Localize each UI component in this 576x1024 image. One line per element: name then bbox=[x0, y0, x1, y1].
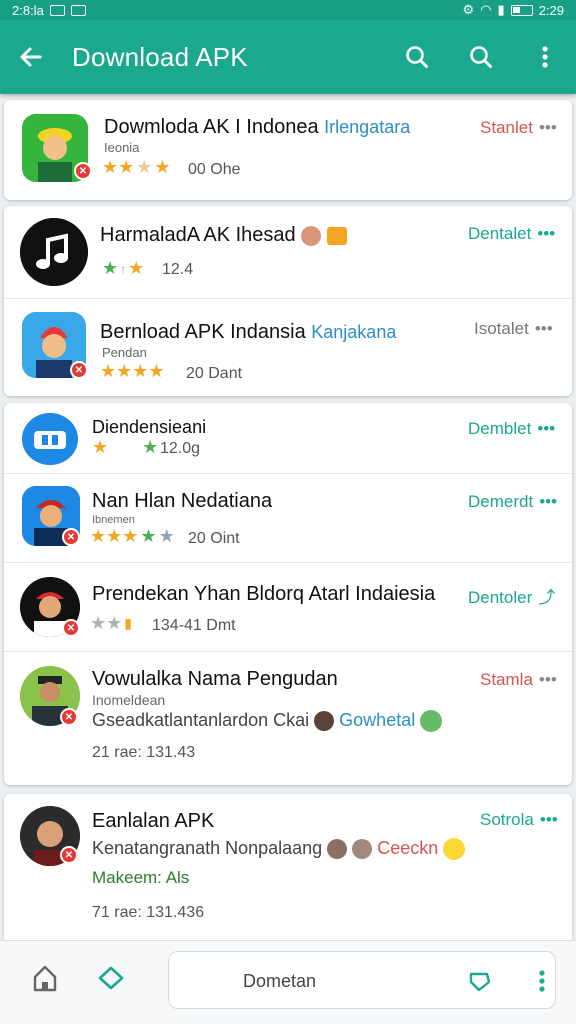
avatar-icon bbox=[352, 839, 373, 860]
emoji-icon bbox=[443, 838, 466, 861]
page-title: Download APK bbox=[72, 41, 248, 72]
list-item[interactable]: ✕ Dowmloda AK I Indonea Irlengatara Ieon… bbox=[4, 100, 572, 200]
more-icon: ••• bbox=[537, 419, 556, 438]
search-icon[interactable] bbox=[466, 42, 496, 72]
install-button[interactable]: Demblet ••• bbox=[468, 419, 555, 439]
app-subtitle: Makeem: Als bbox=[92, 868, 190, 887]
app-size: 134-41 Dmt bbox=[152, 617, 236, 634]
list-item[interactable]: ✕ Eanlalan APK Kenatangranath Nonpalaang… bbox=[4, 794, 572, 954]
app-subtitle: Pendan bbox=[102, 345, 147, 360]
badge-icon: ✕ bbox=[62, 619, 80, 637]
share-icon: ⤴ bbox=[538, 588, 556, 607]
tag-icon[interactable] bbox=[465, 966, 495, 996]
folder-icon bbox=[326, 226, 347, 245]
list-item[interactable]: ✕ Bernload APK Indansia Kanjakana Pendan… bbox=[4, 299, 572, 396]
status-time-left: 2:8:la bbox=[12, 2, 44, 18]
bottom-navigation: Dometan bbox=[0, 940, 576, 1024]
avatar-icon bbox=[327, 839, 348, 860]
rating-stars: ★ ★ bbox=[92, 437, 159, 457]
more-icon: ••• bbox=[539, 810, 558, 829]
app-name: Nan Hlan Nedatiana bbox=[92, 490, 273, 512]
emoji-icon bbox=[420, 710, 443, 733]
install-button[interactable]: Dentoler ⤴ bbox=[468, 583, 555, 608]
app-subtitle: Ieonia bbox=[104, 140, 140, 155]
app-size: 12.4 bbox=[162, 261, 194, 278]
more-vert-icon[interactable] bbox=[527, 966, 557, 996]
search-input-text: Dometan bbox=[243, 971, 317, 991]
more-icon: ••• bbox=[538, 670, 557, 689]
app-bar: Download APK bbox=[0, 20, 576, 94]
notification-icon bbox=[70, 4, 86, 16]
more-icon: ••• bbox=[537, 224, 556, 243]
mail-icon bbox=[49, 4, 65, 16]
signal-icon: ▮ bbox=[497, 2, 505, 17]
list-item[interactable]: ✕ Nan Hlan Nedatiana Ibnemen ★★★ ★ ★ 20 Oi… bbox=[4, 474, 572, 562]
search-input[interactable]: Dometan bbox=[168, 951, 556, 1009]
app-size: 71 rae: 131.436 bbox=[92, 904, 205, 921]
app-name: Prendekan Yhan Bldorq Atarl Indaiesia bbox=[92, 583, 436, 605]
install-button[interactable]: Isotalet ••• bbox=[474, 319, 553, 339]
app-card: ✕ Dowmloda AK I Indonea Irlengatara Ieon… bbox=[4, 100, 572, 200]
app-card: HarmaladA AK Ihesad ★ ↑ ★ 12.4 Dentalet ••… bbox=[4, 206, 572, 396]
install-button[interactable]: Stanlet ••• bbox=[480, 118, 557, 138]
status-time-right: 2:29 bbox=[538, 2, 564, 18]
app-card: Diendensieani ★ ★ 12.0g Demblet ••• ✕ Nan… bbox=[4, 403, 572, 785]
install-button[interactable]: Stamla ••• bbox=[480, 670, 557, 690]
home-icon[interactable] bbox=[30, 963, 60, 993]
app-subtitle: Ibnemen bbox=[92, 514, 135, 526]
more-icon: ••• bbox=[534, 319, 553, 338]
badge-icon: ✕ bbox=[60, 708, 78, 726]
app-size: 20 Oint bbox=[188, 530, 240, 547]
install-button[interactable]: Demerdt ••• bbox=[468, 492, 557, 512]
app-size: 00 Ohe bbox=[188, 161, 241, 178]
avatar-icon bbox=[314, 711, 335, 732]
badge-icon: ✕ bbox=[74, 162, 92, 180]
app-size: 21 rae: 131.43 bbox=[92, 744, 196, 761]
list-item[interactable]: Diendensieani ★ ★ 12.0g Demblet ••• bbox=[4, 403, 572, 473]
app-name: Dowmloda AK I Indonea Irlengatara bbox=[104, 116, 411, 138]
app-size: 12.0g bbox=[160, 440, 201, 457]
back-arrow-icon[interactable] bbox=[16, 42, 46, 72]
app-description: Gseadkatlantanlardon Ckai Gowhetal bbox=[92, 710, 443, 733]
list-item[interactable]: ✕ Prendekan Yhan Bldorq Atarl Indaiesia … bbox=[4, 563, 572, 651]
battery-icon bbox=[510, 4, 533, 16]
app-name: HarmaladA AK Ihesad bbox=[100, 224, 347, 247]
music-app-icon bbox=[20, 218, 88, 286]
app-description: Kenatangranath Nonpalaang Ceeckn bbox=[92, 838, 466, 861]
more-vert-icon[interactable] bbox=[530, 42, 560, 72]
install-button[interactable]: Sotrola ••• bbox=[480, 810, 558, 830]
more-icon: ••• bbox=[538, 118, 557, 137]
rating-stars: ★★★ ★ ★ bbox=[90, 526, 175, 546]
app-subtitle: Inomeldean bbox=[92, 692, 166, 708]
app-name: Diendensieani bbox=[92, 417, 207, 437]
app-icon bbox=[22, 413, 78, 465]
gear-icon: ⚙ bbox=[462, 2, 475, 17]
wifi-icon: ◠ bbox=[480, 2, 492, 17]
app-size: 20 Dant bbox=[186, 365, 243, 382]
rating-stars: ★★ ▮ bbox=[90, 613, 132, 633]
badge-icon: ✕ bbox=[60, 846, 78, 864]
more-icon: ••• bbox=[539, 492, 558, 511]
badge-icon: ✕ bbox=[70, 361, 88, 379]
install-button[interactable]: Dentalet ••• bbox=[468, 224, 555, 244]
app-card: ✕ Eanlalan APK Kenatangranath Nonpalaang… bbox=[4, 794, 572, 954]
app-name: Eanlalan APK bbox=[92, 810, 215, 832]
list-item[interactable]: ✕ Vowulalka Nama Pengudan Inomeldean Gse… bbox=[4, 652, 572, 785]
rating-stars: ★★★★ bbox=[102, 157, 171, 177]
status-bar: 2:8:la ⚙ ◠ ▮ 2:29 bbox=[0, 0, 576, 20]
share-icon[interactable] bbox=[96, 963, 126, 993]
search-icon[interactable] bbox=[402, 42, 432, 72]
rating-stars: ★ ↑ ★ bbox=[102, 258, 145, 278]
app-name: Bernload APK Indansia Kanjakana bbox=[100, 321, 397, 343]
badge-icon: ✕ bbox=[62, 528, 80, 546]
rating-stars: ★★★★ bbox=[100, 361, 165, 381]
list-item[interactable]: HarmaladA AK Ihesad ★ ↑ ★ 12.4 Dentalet ••… bbox=[4, 206, 572, 298]
app-name: Vowulalka Nama Pengudan bbox=[92, 668, 338, 690]
avatar-icon bbox=[301, 225, 322, 246]
